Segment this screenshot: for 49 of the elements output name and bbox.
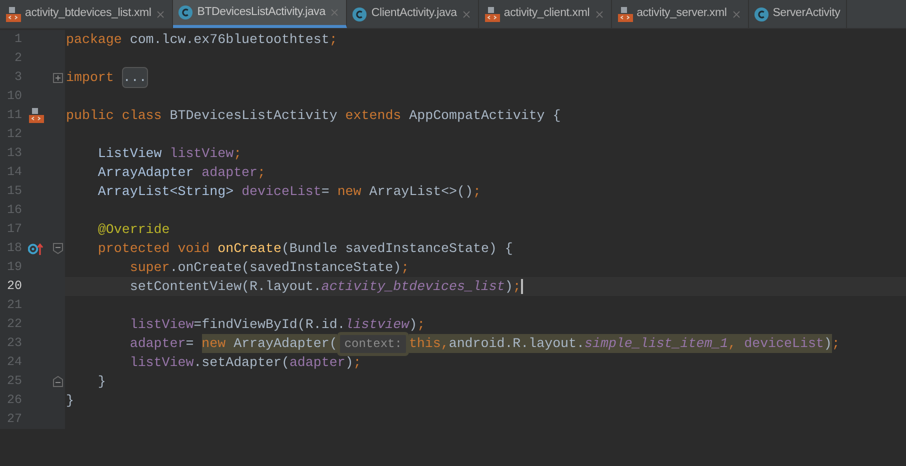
code-line: } — [96, 372, 106, 391]
tab-label: activity_btdevices_list.xml — [25, 6, 152, 22]
code-line: protected void onCreate(Bundle savedInstanceState) { — [96, 240, 513, 258]
code-line: setContentView(R.layout.activity_btdevices_list); — [128, 278, 521, 296]
close-icon[interactable] — [329, 7, 340, 18]
code-line: ArrayList<String> deviceList= new ArrayList<>(); — [96, 182, 481, 201]
code-line: public class BTDevicesListActivity extends AppCompatActivity { — [66, 106, 561, 125]
line-number: 20 — [6, 278, 22, 296]
code-line: listView=findViewById(R.id.listview); — [128, 316, 426, 334]
code-line: @Override — [96, 220, 170, 239]
close-icon[interactable] — [155, 8, 166, 20]
xml-file-icon — [616, 6, 633, 22]
close-icon[interactable] — [460, 8, 472, 20]
code-line: ArrayAdapter adapter; — [96, 164, 266, 182]
class-icon — [754, 6, 769, 22]
editor-tab[interactable]: activity_server.xml — [612, 0, 749, 28]
collapse-icon[interactable] — [52, 376, 62, 387]
class-icon — [178, 5, 194, 20]
highlighted-code: new ArrayAdapter( — [202, 334, 338, 354]
code-line: ListView listView; — [96, 144, 242, 163]
code-line: listView.setAdapter(adapter); — [128, 354, 362, 372]
tab-label: activity_client.xml — [504, 6, 590, 22]
collapse-icon[interactable] — [52, 243, 62, 254]
editor-tab[interactable]: ServerActivity — [748, 0, 848, 28]
tab-label: ClientActivity.java — [371, 6, 457, 22]
tab-label: ServerActivity — [772, 6, 840, 22]
code-line: package com.lcw.ex76bluetoothtest; — [66, 30, 338, 49]
code-line: adapter= — [128, 334, 195, 353]
code-line: import — [66, 68, 115, 87]
parameter-hint: context: — [337, 332, 409, 356]
close-icon[interactable] — [730, 8, 742, 20]
expand-icon[interactable] — [52, 72, 62, 82]
override-icon[interactable] — [28, 242, 44, 256]
xml-file-icon — [28, 108, 44, 123]
text-cursor — [520, 279, 523, 294]
tab-label: activity_server.xml — [636, 6, 727, 22]
code-line: super.onCreate(savedInstanceState); — [128, 258, 410, 277]
folded-code[interactable]: ... — [122, 66, 148, 88]
code-line: ; — [832, 334, 840, 353]
close-icon[interactable] — [594, 8, 605, 20]
code-line: } — [66, 392, 74, 410]
highlighted-code: this,android.R.layout.simple_list_item_1, deviceList) — [408, 334, 832, 354]
xml-file-icon — [484, 6, 500, 22]
editor-tab[interactable]: ClientActivity.java — [347, 0, 479, 28]
xml-file-icon — [5, 6, 21, 22]
tab-label: BTDevicesListActivity.java — [197, 4, 326, 20]
editor-tab[interactable]: BTDevicesListActivity.java — [173, 0, 348, 28]
class-icon — [352, 6, 368, 22]
editor-tab[interactable]: activity_client.xml — [478, 0, 612, 28]
